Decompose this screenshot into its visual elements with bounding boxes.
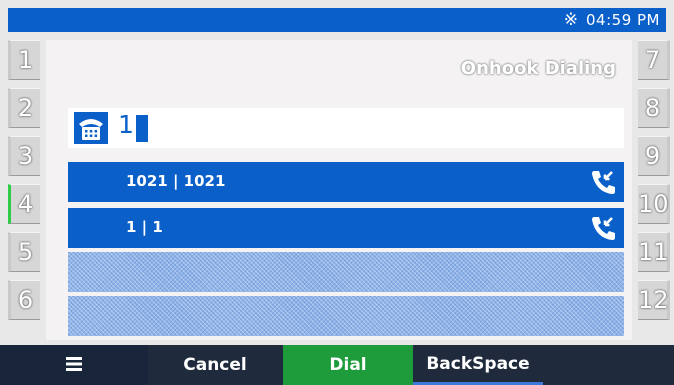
cancel-button[interactable]: Cancel	[148, 345, 282, 385]
incoming-call-icon	[588, 166, 620, 198]
line-key-11[interactable]: 11	[638, 232, 670, 272]
text-cursor	[136, 115, 148, 142]
bluetooth-icon: ※	[563, 10, 578, 30]
clock: 04:59 PM	[586, 11, 660, 29]
dialing-panel: Onhook Dialing 1 1021 | 1021 1 | 1	[46, 40, 632, 340]
left-line-keys: 1 2 3 4 5 6	[8, 40, 40, 328]
line-key-6[interactable]: 6	[8, 280, 40, 320]
suggestion-text: 1021 | 1021	[126, 172, 226, 190]
empty-row	[68, 296, 624, 336]
desk-phone-icon	[74, 112, 108, 144]
line-key-5[interactable]: 5	[8, 232, 40, 272]
empty-softkey	[543, 345, 674, 385]
line-key-2[interactable]: 2	[8, 88, 40, 128]
line-key-10[interactable]: 10	[638, 184, 670, 224]
suggestion-text: 1 | 1	[126, 218, 163, 236]
dial-button[interactable]: Dial	[283, 345, 413, 385]
dial-input-value: 1	[118, 110, 134, 139]
dial-input[interactable]: 1	[68, 108, 624, 148]
screen-title: Onhook Dialing	[460, 58, 616, 79]
empty-row	[68, 252, 624, 292]
line-key-3[interactable]: 3	[8, 136, 40, 176]
line-key-9[interactable]: 9	[638, 136, 670, 176]
right-line-keys: 7 8 9 10 11 12	[638, 40, 670, 328]
line-key-8[interactable]: 8	[638, 88, 670, 128]
phone-screen: ※ 04:59 PM 1 2 3 4 5 6 7 8 9 10 11 12 On…	[0, 0, 674, 385]
incoming-call-icon	[588, 212, 620, 244]
line-key-1[interactable]: 1	[8, 40, 40, 80]
line-key-4[interactable]: 4	[8, 184, 40, 224]
menu-button[interactable]	[0, 345, 148, 385]
suggestion-row[interactable]: 1 | 1	[68, 208, 624, 248]
status-bar: ※ 04:59 PM	[8, 8, 666, 32]
backspace-button[interactable]: BackSpace	[413, 345, 543, 385]
softkey-bar: Cancel Dial BackSpace	[0, 345, 674, 385]
suggestion-row[interactable]: 1021 | 1021	[68, 162, 624, 202]
line-key-12[interactable]: 12	[638, 280, 670, 320]
menu-icon	[66, 356, 82, 371]
line-key-7[interactable]: 7	[638, 40, 670, 80]
